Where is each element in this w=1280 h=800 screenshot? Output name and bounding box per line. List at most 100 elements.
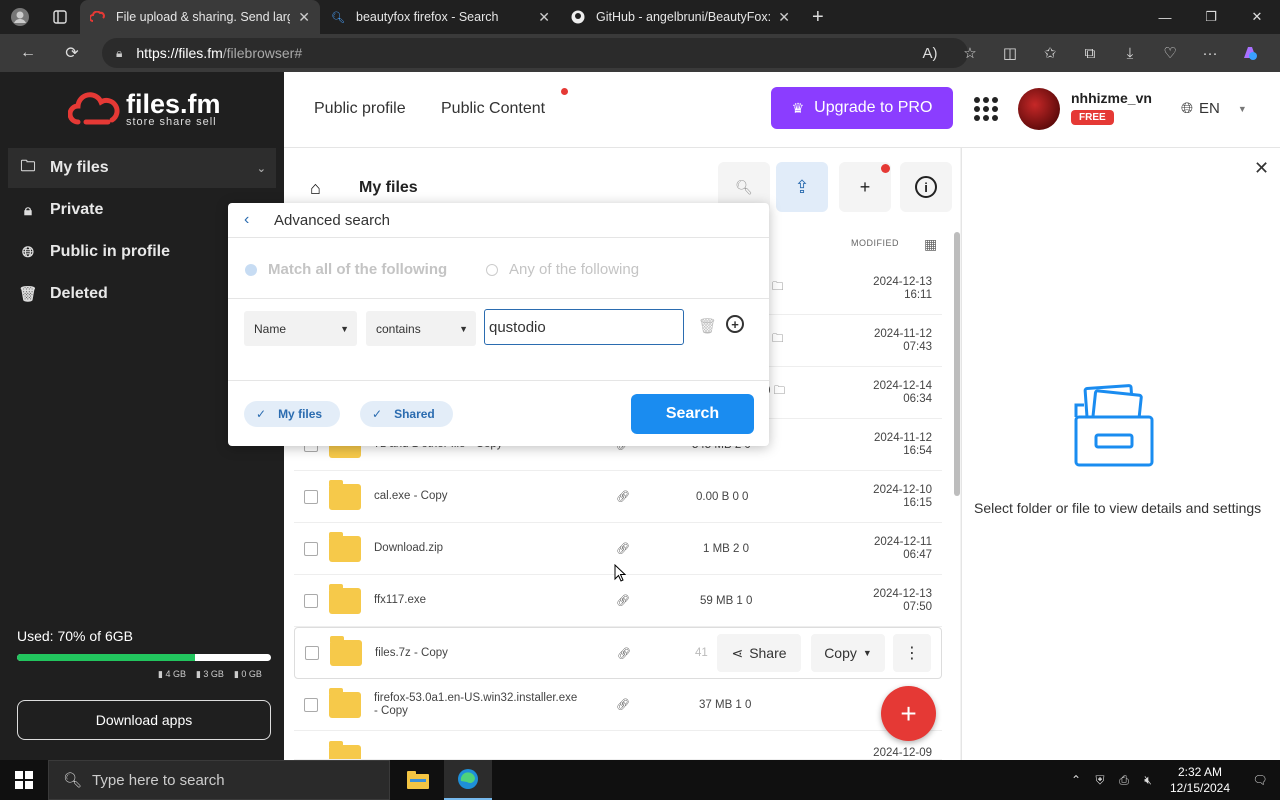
favorite-star-icon[interactable]: ☆ [950,34,990,72]
search-query-input[interactable]: qustodio [484,309,684,345]
table-row[interactable]: ffx117.exe 🔗︎ 59 MB 1 0 2024-12-13 07:50 [294,575,942,627]
row-checkbox[interactable] [304,593,318,608]
filesfm-logo[interactable]: files.fm store share sell [67,91,221,128]
table-row[interactable]: 2024-12-09 [294,731,942,760]
network-icon[interactable]: ⎙ [1112,773,1136,788]
row-name[interactable]: ffx117.exe [374,594,584,607]
row-checkbox[interactable] [304,697,318,712]
edge-browser-icon[interactable] [444,760,492,800]
info-button[interactable]: i [900,162,952,212]
add-criteria-icon[interactable]: + [726,315,744,333]
match-all-radio[interactable] [245,264,257,276]
link-icon[interactable]: 🔗︎ [616,594,630,607]
match-any-label[interactable]: Any of the following [509,261,639,278]
storage-usage-fill [17,654,195,661]
taskbar-clock[interactable]: 2:32 AM 12/15/2024 [1160,764,1240,796]
refresh-icon[interactable]: ⟳ [50,34,94,72]
folder-icon [329,531,361,562]
scope-shared-chip[interactable]: ✓ Shared [360,401,453,427]
row-checkbox[interactable] [304,489,318,504]
split-screen-icon[interactable]: ◫ [990,34,1030,72]
row-checkbox[interactable] [305,646,319,660]
close-tab-icon[interactable]: ✕ [298,9,310,26]
match-any-radio[interactable] [486,264,498,276]
tab-bing-search[interactable]: 🔍︎ beautyfox firefox - Search ✕ [320,0,560,34]
close-window-icon[interactable]: ✕ [1234,0,1280,34]
downloads-icon[interactable]: ⤓ [1110,34,1150,72]
row-name[interactable]: cal.exe - Copy [374,490,584,503]
share-button[interactable]: ⋖ Share [717,634,801,672]
favorites-icon[interactable]: ✩ [1030,34,1070,72]
link-icon[interactable]: 🔗︎ [616,698,630,711]
language-selector[interactable]: 🌐︎ EN ▼ [1181,100,1247,117]
caret-down-icon: ▼ [862,648,872,658]
minimize-icon[interactable]: — [1142,0,1188,34]
close-tab-icon[interactable]: ✕ [538,9,550,26]
chevron-left-icon[interactable]: ‹ [244,211,249,229]
public-content-link[interactable]: Public Content [441,100,545,118]
restore-icon[interactable]: ❐ [1188,0,1234,34]
scope-my-files-chip[interactable]: ✓ My files [244,401,341,427]
profile-icon[interactable] [0,0,40,34]
match-all-label[interactable]: Match all of the following [268,261,447,278]
sidebar-item-my-files[interactable]: 🗀︎ My files ⌄ [8,148,276,188]
table-row[interactable]: files.7z - Copy 🔗︎ 41 ⋖ Share Copy ▼ ⋮ [294,627,942,679]
volume-muted-icon[interactable]: 🔇︎ [1136,773,1160,788]
new-tab-button[interactable]: + [800,6,836,29]
column-modified[interactable]: MODIFIED [851,238,899,248]
avatar[interactable] [1018,88,1060,130]
performance-icon[interactable]: ♡ [1150,34,1190,72]
apps-grid-icon[interactable] [974,97,998,121]
storage-legend: ▮ 4 GB ▮ 3 GB ▮ 0 GB [158,669,262,680]
add-fab-button[interactable]: + [881,686,936,741]
table-row[interactable]: firefox-53.0a1.en-US.win32.installer.exe… [294,679,942,731]
row-name[interactable]: files.7z - Copy [375,647,585,660]
sidebar-item-label: Public in profile [50,243,171,260]
upload-button[interactable]: ⇪ [776,162,828,212]
row-date: 2024-11-12 16:54 [874,431,932,457]
chevron-up-icon[interactable]: ⌃ [1064,773,1088,787]
link-icon[interactable]: 🔗︎ [616,542,630,555]
taskbar-search-box[interactable]: 🔍︎ Type here to search [48,760,390,800]
url-field[interactable]: 🔒︎ https://files.fm/filebrowser# [102,38,968,68]
copy-button[interactable]: Copy ▼ [811,634,885,672]
close-tab-icon[interactable]: ✕ [778,9,790,26]
row-name[interactable]: Download.zip [374,542,584,555]
field-select[interactable]: Name ▼ [244,311,357,346]
home-icon[interactable]: ⌂ [310,178,321,199]
lock-icon: 🔒︎ [24,201,32,219]
link-icon[interactable]: 🔗︎ [616,490,630,503]
upgrade-label: Upgrade to PRO [814,99,933,116]
public-profile-link[interactable]: Public profile [314,100,406,118]
windows-start-icon[interactable] [0,760,48,800]
more-options-icon[interactable]: ⋮ [893,634,931,672]
row-checkbox[interactable] [304,541,318,556]
table-row[interactable]: cal.exe - Copy 🔗︎ 0.00 B 0 0 2024-12-10 1… [294,471,942,523]
more-options-icon[interactable]: ··· [1190,34,1230,72]
link-icon[interactable]: 🔗︎ [617,647,631,660]
operator-select[interactable]: contains ▼ [366,311,476,346]
upgrade-to-pro-button[interactable]: ♛ Upgrade to PRO [771,87,953,129]
security-icon[interactable]: ⛨ [1088,773,1112,788]
file-explorer-icon[interactable] [394,760,442,800]
notifications-icon[interactable]: 🗨︎ [1240,773,1280,787]
grid-view-icon[interactable]: ▦ [924,236,937,253]
username[interactable]: nhhizme_vn [1071,90,1152,106]
scrollbar[interactable] [954,232,960,496]
trash-icon[interactable]: 🗑︎ [698,317,717,335]
row-date: 2024-12-11 06:47 [874,535,932,561]
tab-github[interactable]: GitHub - angelbruni/BeautyFox: Is ✕ [560,0,800,34]
breadcrumb[interactable]: My files [359,179,418,197]
collections-icon[interactable]: ⧉ [1070,34,1110,72]
back-icon[interactable]: ← [6,34,50,72]
search-submit-button[interactable]: Search [631,394,754,434]
read-aloud-icon[interactable]: A) [910,34,950,72]
tab-filesfm[interactable]: File upload & sharing. Send large ✕ [80,0,320,34]
globe-icon: 🌐︎ [1181,100,1194,117]
tab-actions-icon[interactable] [40,0,80,34]
chevron-down-icon[interactable]: ⌄ [257,162,266,175]
copilot-icon[interactable] [1230,34,1270,72]
close-icon[interactable]: ✕ [1254,158,1269,179]
row-name[interactable]: firefox-53.0a1.en-US.win32.installer.exe… [374,692,584,718]
download-apps-button[interactable]: Download apps [17,700,271,740]
